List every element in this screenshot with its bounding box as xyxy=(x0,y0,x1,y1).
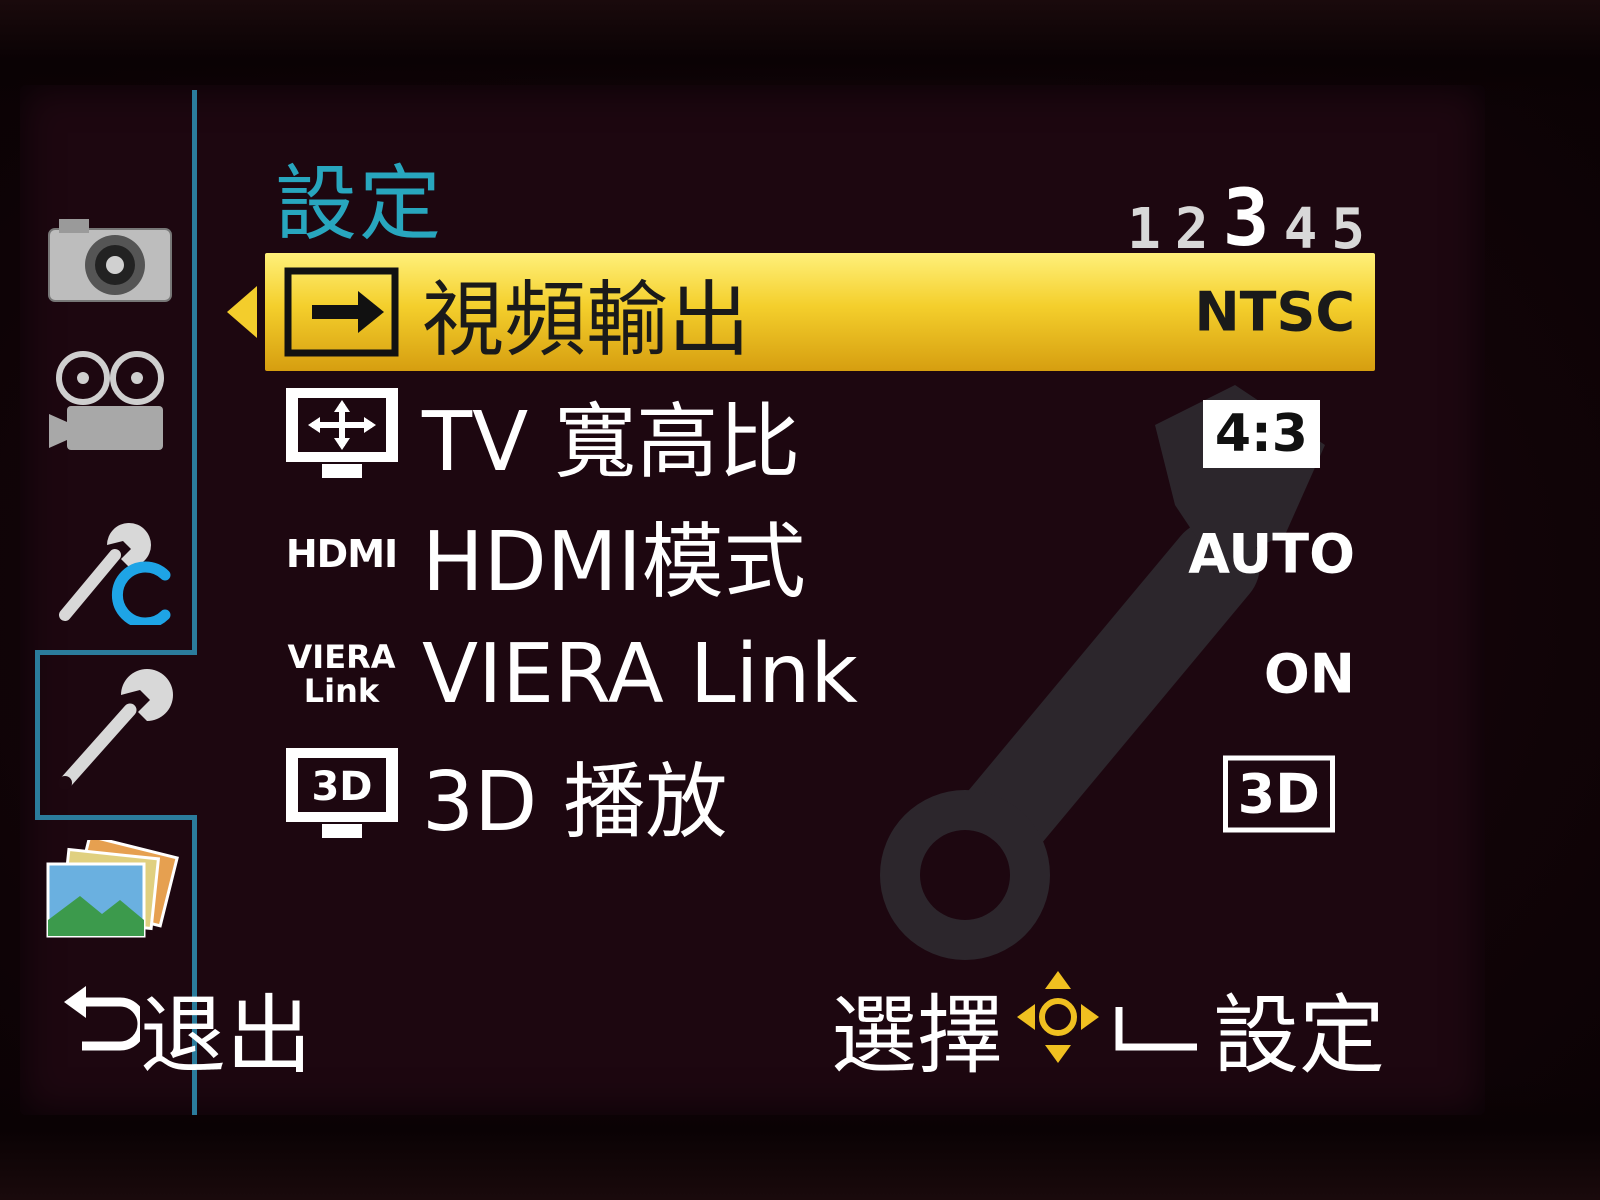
tab-setup[interactable] xyxy=(40,669,180,790)
menu-item-label: 3D 播放 xyxy=(422,754,728,850)
movie-camera-icon xyxy=(45,350,175,460)
exit-label: 退出 xyxy=(140,986,312,1086)
menu-item-value: 4:3 xyxy=(1202,400,1320,468)
menu-item-3d-playback[interactable]: 3D 3D 播放 3D xyxy=(265,735,1375,853)
menu-item-tv-aspect[interactable]: TV 寬高比 4:3 xyxy=(265,375,1375,493)
tab-custom[interactable] xyxy=(40,515,180,625)
footer-hints: 退出 選擇 設定 xyxy=(40,965,1425,1086)
menu-item-value: ON xyxy=(1263,642,1355,706)
viera-link-icon-text: VIERA Link xyxy=(287,638,396,710)
menu-item-label: 視頻輸出 xyxy=(422,272,751,368)
custom-wrench-icon xyxy=(45,515,175,625)
video-output-icon xyxy=(279,262,404,362)
playback-photos-icon xyxy=(40,840,180,950)
page-indicator: 1 2 3 4 5 xyxy=(1127,180,1365,258)
menu-item-label: VIERA Link xyxy=(422,626,858,722)
menu-title: 設定 xyxy=(275,157,444,252)
hdmi-icon: HDMI xyxy=(279,504,404,604)
set-label: 設定 xyxy=(1213,986,1385,1086)
setup-menu-panel: 設定 1 2 3 4 5 視頻輸出 NTSC TV 寬高比 4:3 HDMI H… xyxy=(215,85,1475,1115)
page-number[interactable]: 1 xyxy=(1127,202,1161,258)
page-number[interactable]: 2 xyxy=(1175,202,1209,258)
select-set-hint: 選擇 設定 xyxy=(831,965,1385,1090)
menu-item-value: 3D xyxy=(1222,755,1335,833)
setup-wrench-icon xyxy=(45,665,175,795)
menu-item-hdmi-mode[interactable]: HDMI HDMI模式 AUTO xyxy=(265,495,1375,613)
page-number-active[interactable]: 3 xyxy=(1223,180,1270,258)
exit-hint[interactable]: 退出 xyxy=(60,965,312,1090)
return-arrow-icon xyxy=(60,972,147,1083)
menu-item-value: AUTO xyxy=(1188,522,1355,586)
dpad-icon xyxy=(1013,967,1103,1088)
camera-lcd-screen: 設定 1 2 3 4 5 視頻輸出 NTSC TV 寬高比 4:3 HDMI H… xyxy=(20,85,1485,1115)
page-number[interactable]: 5 xyxy=(1331,202,1365,258)
menu-item-video-output[interactable]: 視頻輸出 NTSC xyxy=(265,253,1375,371)
set-button-icon xyxy=(1113,967,1203,1088)
tv-aspect-icon xyxy=(279,384,404,484)
tab-playback[interactable] xyxy=(40,840,180,950)
menu-item-viera-link[interactable]: VIERA Link VIERA Link ON xyxy=(265,615,1375,733)
menu-item-label: HDMI模式 xyxy=(422,514,806,610)
hdmi-icon-text: HDMI xyxy=(285,532,398,576)
page-number[interactable]: 4 xyxy=(1284,202,1318,258)
select-label: 選擇 xyxy=(831,986,1003,1086)
menu-item-label: TV 寬高比 xyxy=(422,394,801,490)
tab-recording[interactable] xyxy=(40,205,180,315)
viera-link-icon: VIERA Link xyxy=(279,624,404,724)
tab-motion-picture[interactable] xyxy=(40,350,180,460)
menu-tab-column xyxy=(20,85,197,1115)
3d-playback-icon: 3D xyxy=(279,744,404,844)
3d-icon-text: 3D xyxy=(311,764,372,810)
camera-icon xyxy=(45,215,175,305)
menu-item-value: NTSC xyxy=(1194,280,1355,344)
selection-pointer-icon xyxy=(227,286,257,338)
